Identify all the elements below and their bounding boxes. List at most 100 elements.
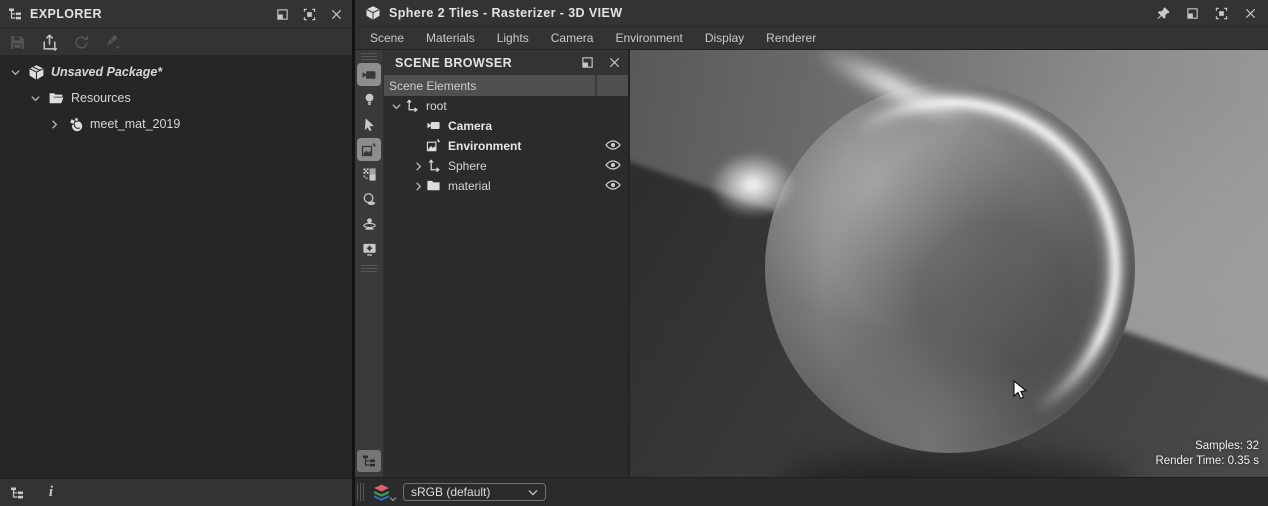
explorer-header: EXPLORER: [0, 0, 352, 28]
environment-image-icon[interactable]: [357, 138, 381, 161]
package-icon: [28, 64, 45, 81]
render-stats: Samples: 32 Render Time: 0.35 s: [1155, 439, 1259, 469]
open-folder-icon: [48, 90, 65, 107]
scene-item-label: Sphere: [448, 159, 487, 173]
viewport-tool-column: [355, 50, 383, 477]
sphere-geometry-icon[interactable]: [357, 188, 381, 211]
scene-browser-panel: SCENE BROWSER Scene Elements root Camera…: [383, 50, 628, 477]
scene-item-root[interactable]: root: [384, 96, 628, 116]
restore-icon[interactable]: [579, 55, 595, 71]
3d-view-bottom-bar: sRGB (default): [355, 477, 1268, 506]
color-profile-select[interactable]: sRGB (default): [403, 483, 546, 501]
column-header-label: Scene Elements: [384, 75, 597, 96]
chevron-down-icon[interactable]: [28, 91, 42, 105]
import-package-icon[interactable]: [38, 32, 60, 52]
3d-view-title: Sphere 2 Tiles - Rasterizer - 3D VIEW: [389, 6, 623, 20]
3d-view-titlebar: Sphere 2 Tiles - Rasterizer - 3D VIEW: [355, 0, 1268, 26]
close-icon[interactable]: [328, 6, 344, 22]
maximize-icon[interactable]: [301, 6, 317, 22]
tree-item-meet-mat[interactable]: meet_mat_2019: [0, 111, 352, 137]
color-profile-value: sRGB (default): [411, 485, 491, 499]
render-time-label: Render Time: 0.35 s: [1155, 455, 1259, 467]
tree-item-label: Resources: [71, 91, 131, 105]
cursor-icon[interactable]: [357, 113, 381, 136]
scene-item-sphere[interactable]: Sphere: [384, 156, 628, 176]
explorer-panel: EXPLORER Unsaved Package* Resources meet…: [0, 0, 352, 506]
eye-icon[interactable]: [605, 159, 622, 173]
scene-browser-header: SCENE BROWSER: [384, 50, 628, 75]
scene-browser-title: SCENE BROWSER: [395, 55, 513, 70]
chevron-right-icon[interactable]: [411, 159, 426, 173]
drag-grip[interactable]: [361, 265, 377, 272]
scene-item-label: Camera: [448, 119, 493, 133]
camera-video-icon[interactable]: [357, 63, 381, 86]
explorer-title: EXPLORER: [30, 7, 102, 21]
material-ball-icon: [67, 116, 84, 133]
samples-label: Samples: 32: [1195, 440, 1259, 452]
chevron-right-icon[interactable]: [411, 179, 426, 193]
display-settings-icon[interactable]: [357, 238, 381, 261]
chevron-right-icon[interactable]: [47, 117, 61, 131]
menu-environment[interactable]: Environment: [604, 27, 693, 49]
scene-item-label: root: [426, 99, 447, 113]
folder-icon: [426, 178, 442, 194]
chevron-down-icon[interactable]: [389, 99, 404, 113]
chevron-down-icon: [528, 489, 538, 495]
scene-elements-column-header[interactable]: Scene Elements: [384, 75, 628, 96]
maximize-icon[interactable]: [1213, 5, 1229, 21]
menu-scene[interactable]: Scene: [359, 27, 415, 49]
close-icon[interactable]: [1242, 5, 1258, 21]
menu-lights[interactable]: Lights: [486, 27, 540, 49]
chevron-down-icon[interactable]: [8, 65, 22, 79]
tree-item-resources[interactable]: Resources: [0, 85, 352, 111]
3d-view-window: Sphere 2 Tiles - Rasterizer - 3D VIEW Sc…: [355, 0, 1268, 506]
tree-view-icon: [8, 7, 22, 21]
sphere-rim-highlight: [770, 88, 1130, 448]
3d-viewport[interactable]: Samples: 32 Render Time: 0.35 s: [628, 50, 1268, 477]
scene-item-camera[interactable]: Camera: [384, 116, 628, 136]
menu-camera[interactable]: Camera: [540, 27, 605, 49]
restore-icon[interactable]: [274, 6, 290, 22]
eye-icon[interactable]: [605, 139, 622, 153]
tree-item-package[interactable]: Unsaved Package*: [0, 59, 352, 85]
scene-item-environment[interactable]: Environment: [384, 136, 628, 156]
color-layers-icon[interactable]: [372, 483, 397, 502]
tree-item-label: Unsaved Package*: [51, 65, 163, 79]
sphere-specular-hotspot: [710, 152, 796, 218]
scene-item-material[interactable]: material: [384, 176, 628, 196]
eye-icon[interactable]: [605, 179, 622, 193]
explorer-toolbar: [0, 28, 352, 55]
save-icon[interactable]: [6, 32, 28, 52]
mannequin-icon[interactable]: [357, 213, 381, 236]
drag-grip[interactable]: [361, 53, 377, 60]
tree-view-icon[interactable]: [8, 484, 26, 502]
refresh-icon[interactable]: [70, 32, 92, 52]
camera-video-icon: [426, 118, 442, 134]
drag-grip[interactable]: [357, 483, 364, 501]
menu-renderer[interactable]: Renderer: [755, 27, 827, 49]
info-icon[interactable]: i: [42, 484, 60, 502]
explorer-tree: Unsaved Package* Resources meet_mat_2019: [0, 55, 352, 478]
mouse-cursor: [1013, 380, 1028, 400]
menu-display[interactable]: Display: [694, 27, 755, 49]
restore-icon[interactable]: [1184, 5, 1200, 21]
tree-view-icon[interactable]: [357, 450, 381, 472]
light-bulb-icon[interactable]: [357, 88, 381, 111]
axes-icon: [426, 158, 442, 174]
tree-item-label: meet_mat_2019: [90, 117, 181, 131]
rendered-sphere: [765, 83, 1135, 453]
environment-image-icon: [426, 138, 442, 154]
scene-item-label: Environment: [448, 139, 522, 153]
pin-icon[interactable]: [1155, 5, 1171, 21]
3d-view-menubar: Scene Materials Lights Camera Environmen…: [355, 26, 1268, 50]
close-icon[interactable]: [606, 55, 622, 71]
menu-materials[interactable]: Materials: [415, 27, 486, 49]
explorer-bottom-bar: i: [0, 478, 352, 506]
clean-icon[interactable]: [102, 32, 124, 52]
scene-item-label: material: [448, 179, 491, 193]
texture-tiles-icon[interactable]: [357, 163, 381, 186]
visibility-column: [597, 75, 628, 96]
axes-icon: [404, 98, 420, 114]
